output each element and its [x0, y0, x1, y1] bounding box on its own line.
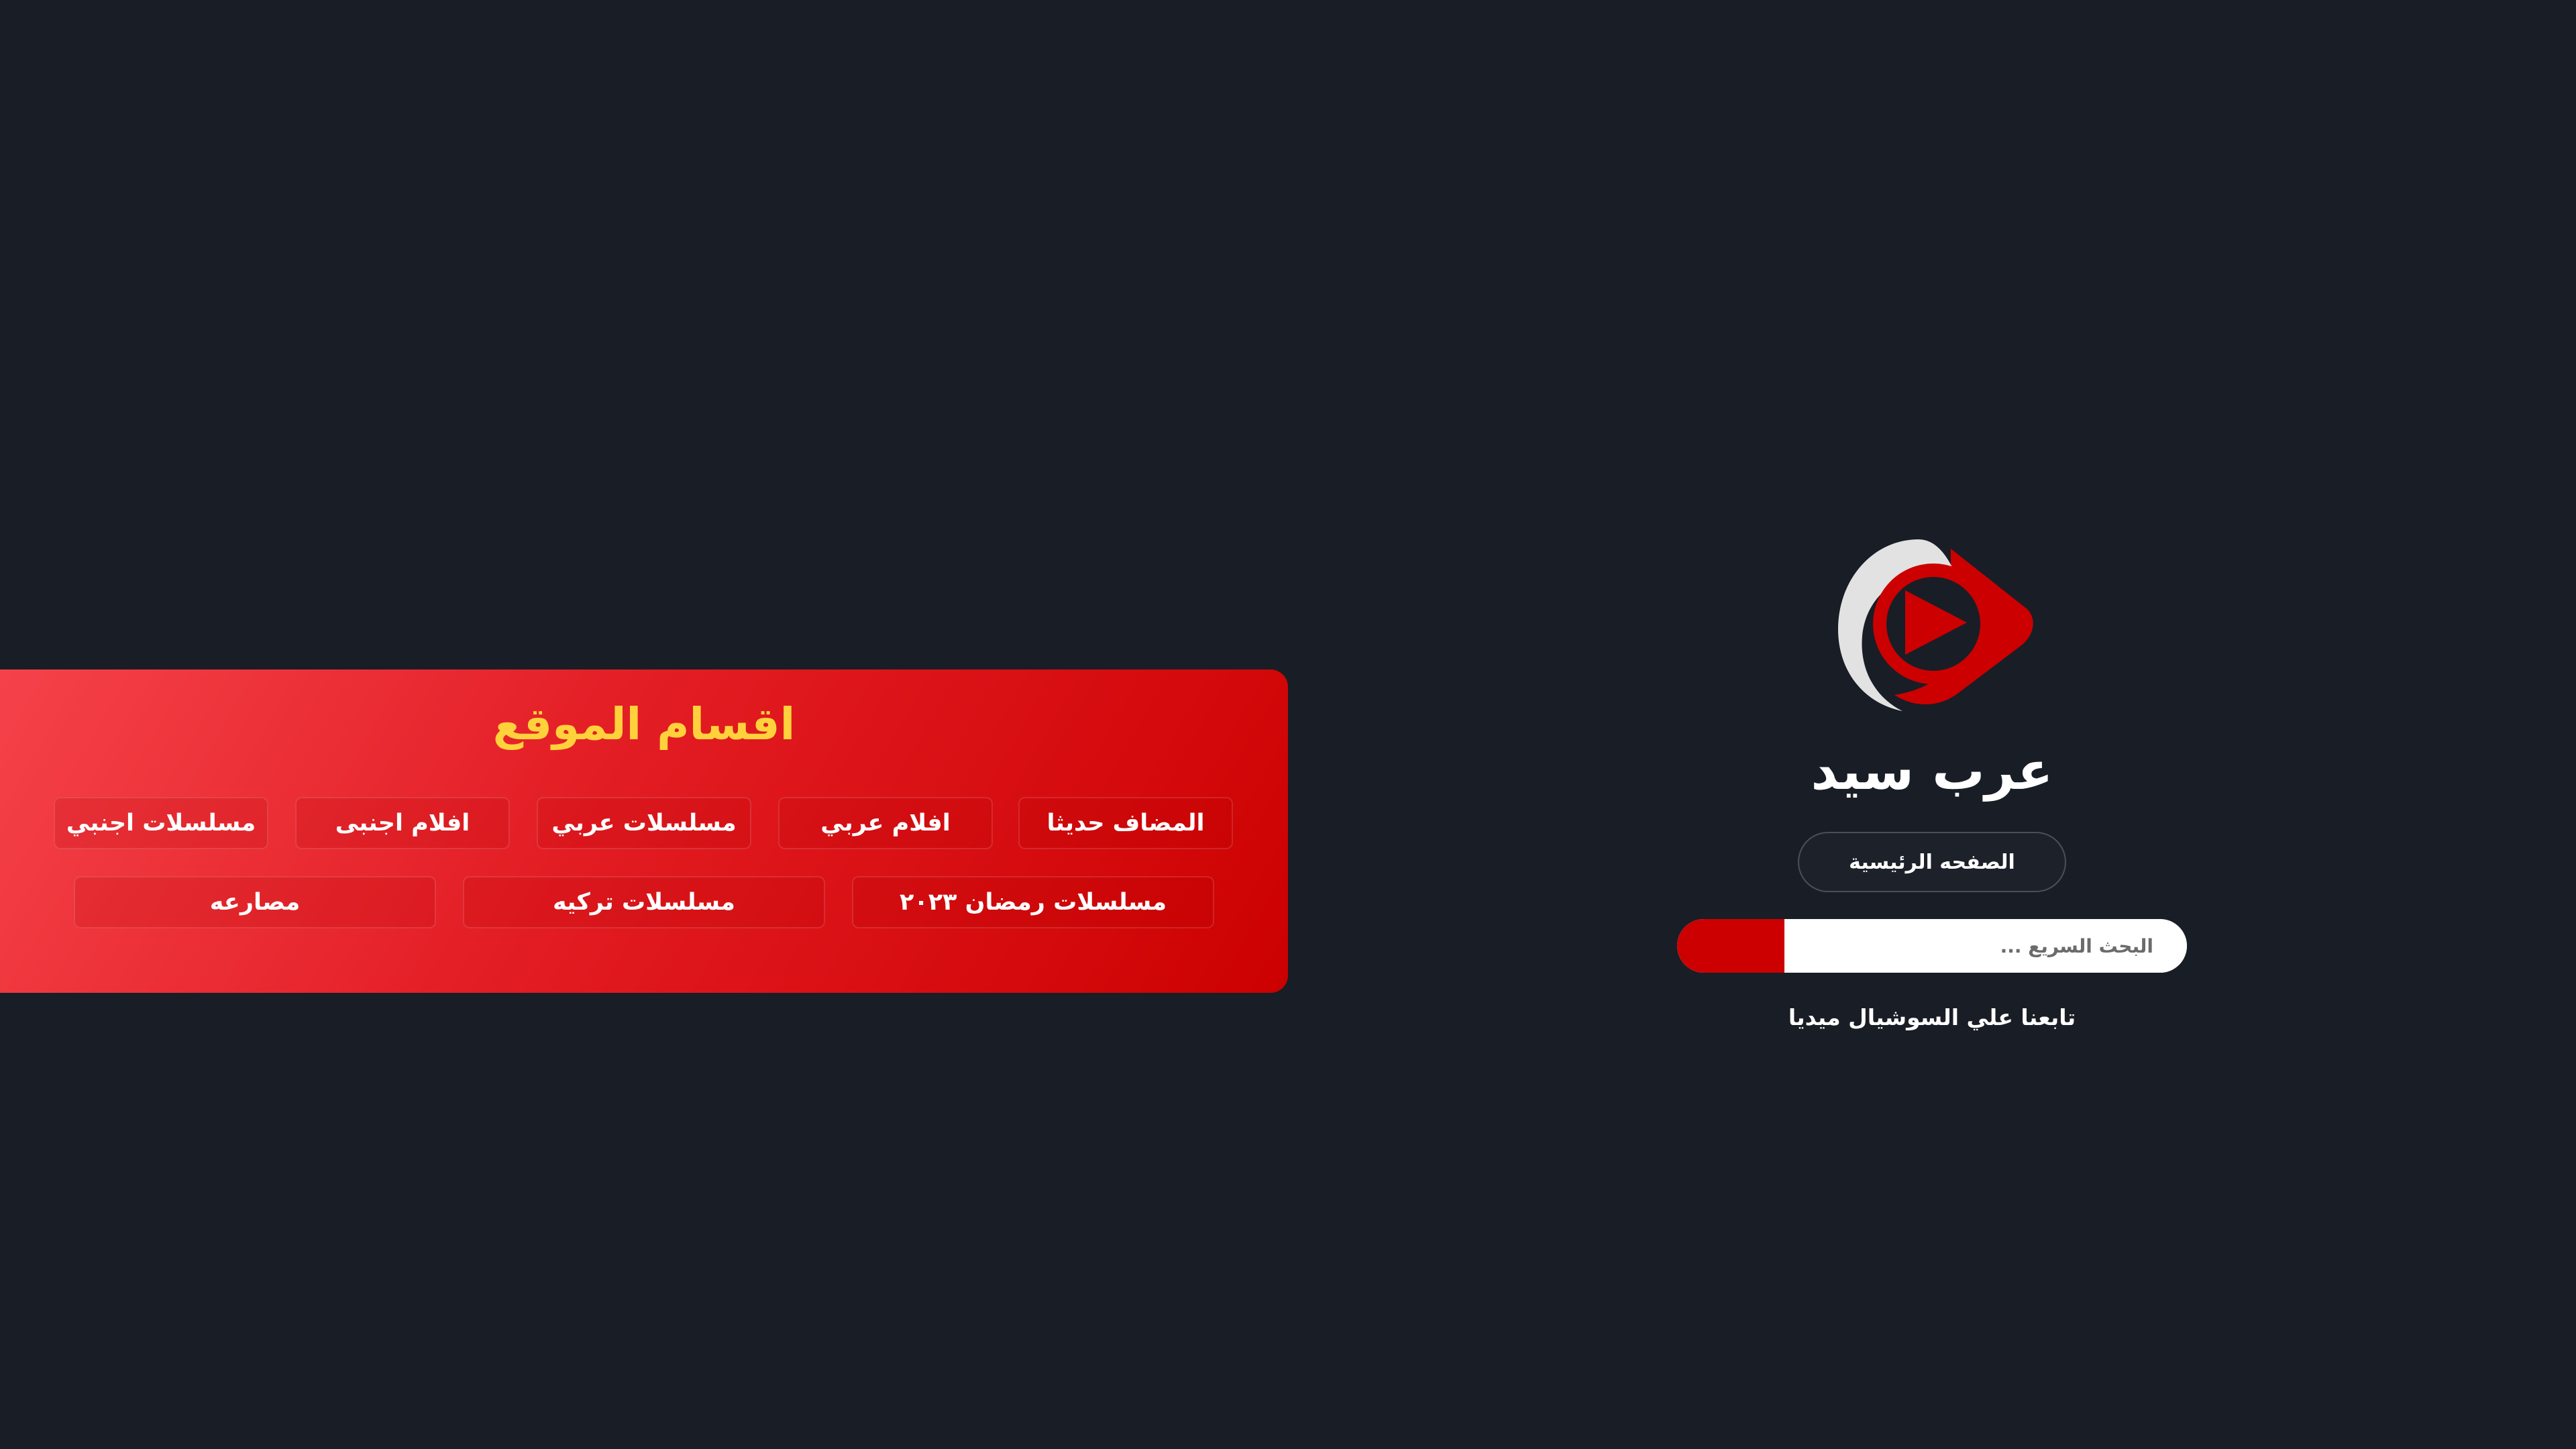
category-ramadan-series[interactable]: مسلسلات رمضان ٢٠٢٣	[852, 876, 1214, 928]
category-turkish-series[interactable]: مسلسلات تركيه	[463, 876, 825, 928]
home-button[interactable]: الصفحه الرئيسية	[1798, 832, 2066, 892]
category-foreign-series[interactable]: مسلسلات اجنبي	[54, 797, 268, 849]
site-logo[interactable]	[1833, 535, 2034, 714]
category-arabic-movies[interactable]: افلام عربي	[778, 797, 993, 849]
search-input[interactable]	[1784, 919, 2187, 973]
site-title: عرب سيد	[1811, 741, 2053, 802]
page: اقسام الموقع المضاف حديثا افلام عربي مسل…	[0, 0, 2576, 1449]
categories-title: اقسام الموقع	[492, 698, 796, 750]
play-logo-icon	[1838, 539, 2033, 711]
category-arabic-series[interactable]: مسلسلات عربي	[537, 797, 751, 849]
category-wrestling[interactable]: مصارعه	[74, 876, 436, 928]
categories-panel: اقسام الموقع المضاف حديثا افلام عربي مسل…	[0, 669, 1288, 993]
category-recently-added[interactable]: المضاف حديثا	[1018, 797, 1233, 849]
search-form	[1677, 919, 2187, 973]
category-foreign-movies[interactable]: افلام اجنبى	[295, 797, 510, 849]
social-follow-label: تابعنا علي السوشيال ميديا	[1788, 1004, 2076, 1030]
search-button[interactable]	[1677, 919, 1784, 973]
